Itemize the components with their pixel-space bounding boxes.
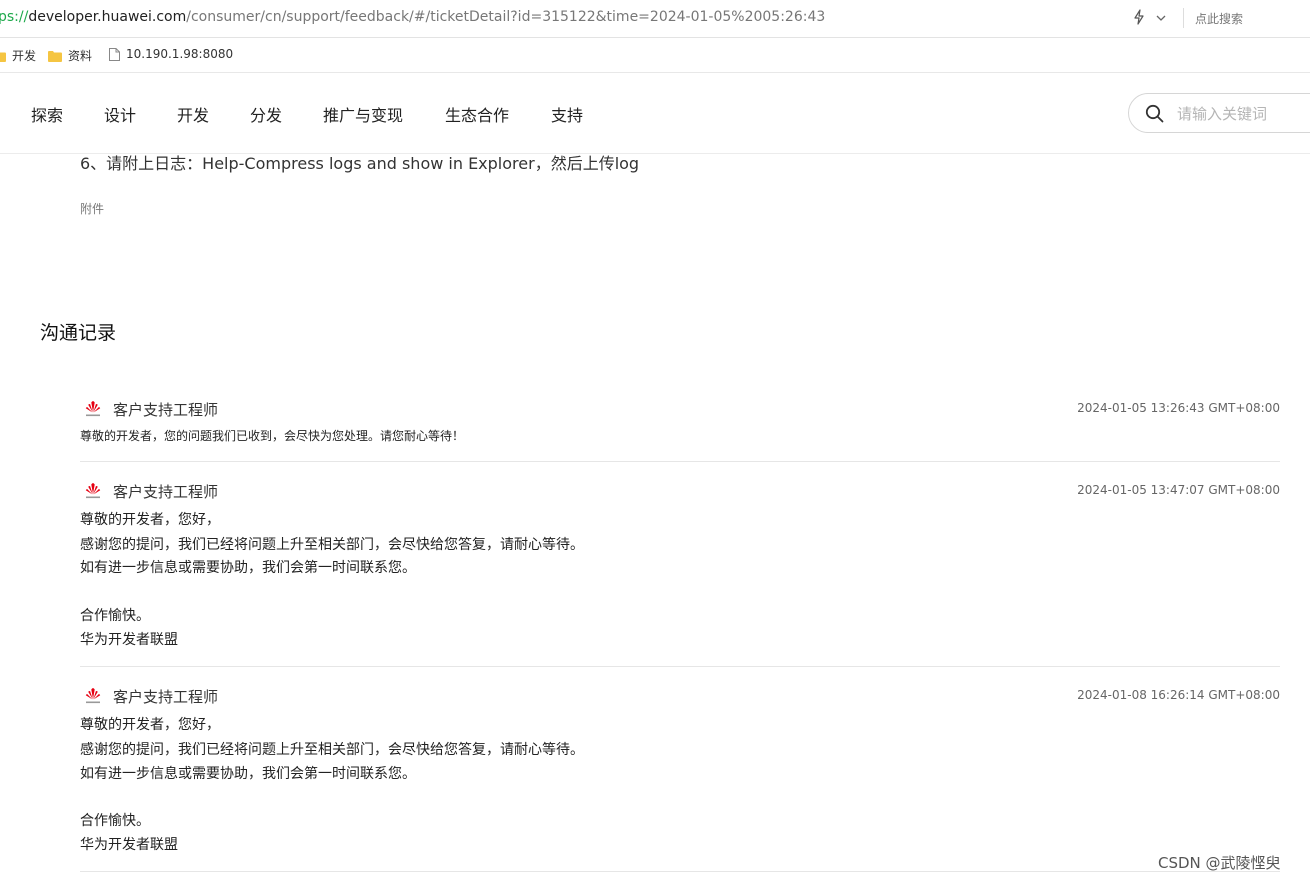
chevron-down-icon[interactable]: [1155, 12, 1167, 24]
nav-develop[interactable]: 开发: [177, 102, 209, 126]
record-time: 2024-01-08 16:26:14 GMT+08:00: [1077, 688, 1280, 702]
nav-design[interactable]: 设计: [104, 102, 136, 126]
huawei-logo-icon: [85, 688, 101, 704]
url-scheme: ps://: [0, 9, 29, 25]
attachment-label: 附件: [80, 202, 105, 216]
record-divider: [80, 871, 1280, 872]
record-message-line: 华为开发者联盟: [80, 632, 178, 648]
folder-icon: [0, 52, 6, 62]
huawei-logo-icon: [85, 401, 101, 417]
record-message-line: 感谢您的提问，我们已经将问题上升至相关部门，会尽快给您答复，请耐心等待。: [80, 537, 584, 553]
bookmark-docs[interactable]: 资料: [48, 47, 92, 64]
record-author: 客户支持工程师: [113, 401, 219, 419]
record-message-line: 尊敬的开发者，您好，: [80, 717, 220, 733]
site-header: 探索 设计 开发 分发 推广与变现 生态合作 支持: [0, 73, 1310, 154]
watermark: CSDN @武陵悭臾: [1158, 854, 1281, 872]
record-message-line: 感谢您的提问，我们已经将问题上升至相关部门，会尽快给您答复，请耐心等待。: [80, 742, 584, 758]
bookmark-ip[interactable]: 10.190.1.98:8080: [109, 47, 233, 61]
url-field[interactable]: ps://developer.huawei.com/consumer/cn/su…: [0, 9, 825, 25]
record-message-line: 尊敬的开发者，您好，: [80, 512, 220, 528]
record-message-line: 如有进一步信息或需要协助，我们会第一时间联系您。: [80, 560, 416, 576]
url-domain: developer.huawei.com: [28, 9, 187, 25]
record-divider: [80, 461, 1280, 462]
nav-ecosystem[interactable]: 生态合作: [445, 102, 509, 126]
url-path: /consumer/cn/support/feedback/#/ticketDe…: [186, 9, 826, 25]
browser-search-input[interactable]: 点此搜索: [1195, 10, 1243, 27]
nav-promote[interactable]: 推广与变现: [323, 102, 403, 126]
search-icon[interactable]: [1145, 104, 1164, 123]
record-author: 客户支持工程师: [113, 483, 219, 501]
record-message-line: 合作愉快。: [80, 813, 150, 829]
record-message-line: 合作愉快。: [80, 608, 150, 624]
folder-icon: [48, 50, 62, 62]
bookmarks-bar: 开发 资料 10.190.1.98:8080: [0, 38, 1310, 73]
records-title: 沟通记录: [40, 322, 117, 344]
bookmark-label: 开发: [12, 49, 37, 63]
record-divider: [80, 666, 1280, 667]
address-divider: [1183, 8, 1184, 28]
nav-distribute[interactable]: 分发: [250, 102, 282, 126]
huawei-logo-icon: [85, 483, 101, 499]
site-search-box[interactable]: [1128, 93, 1310, 133]
ticket-description-line: 6、请附上日志：Help-Compress logs and show in E…: [80, 154, 640, 173]
site-search-input[interactable]: [1175, 102, 1310, 126]
record-author: 客户支持工程师: [113, 688, 219, 706]
nav-support[interactable]: 支持: [551, 102, 583, 126]
nav-explore[interactable]: 探索: [31, 102, 63, 126]
record-message-line: 尊敬的开发者，您的问题我们已收到，会尽快为您处理。请您耐心等待！: [80, 429, 465, 443]
record-time: 2024-01-05 13:47:07 GMT+08:00: [1077, 483, 1280, 497]
browser-address-bar[interactable]: ps://developer.huawei.com/consumer/cn/su…: [0, 0, 1310, 38]
record-message-line: 如有进一步信息或需要协助，我们会第一时间联系您。: [80, 766, 416, 782]
record-message-line: 华为开发者联盟: [80, 837, 178, 853]
bookmark-label: 资料: [68, 49, 93, 63]
bookmark-label: 10.190.1.98:8080: [126, 47, 234, 61]
page-icon: [109, 47, 120, 61]
lightning-icon[interactable]: [1133, 9, 1145, 25]
bookmark-dev[interactable]: 开发: [0, 47, 36, 64]
record-time: 2024-01-05 13:26:43 GMT+08:00: [1077, 401, 1280, 415]
